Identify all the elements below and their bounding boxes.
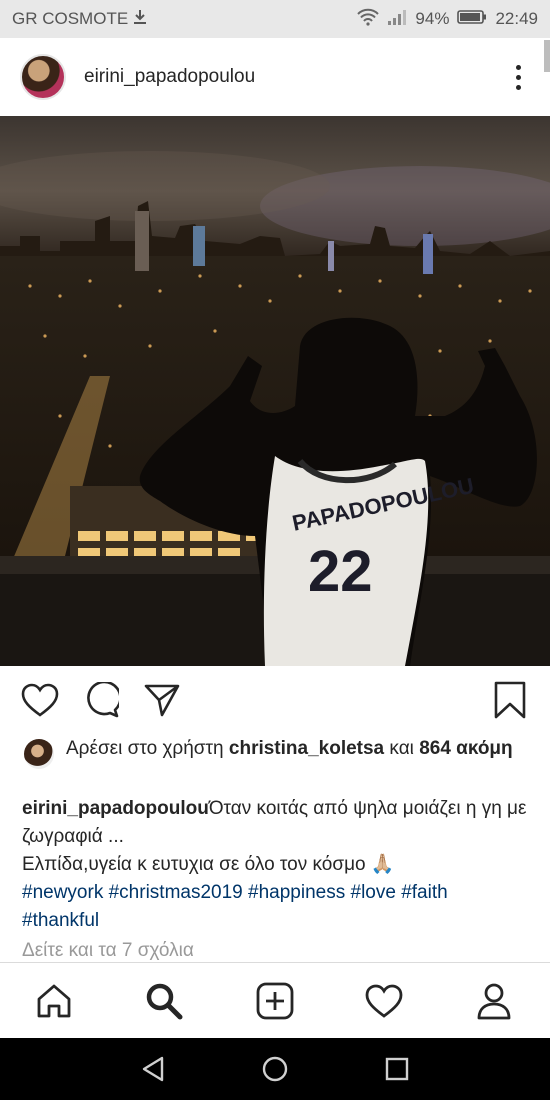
battery-percent: 94% [415, 9, 450, 28]
add-post-icon [256, 982, 294, 1020]
back-icon [142, 1056, 164, 1082]
city-night-scene: PAPADOPOULOU 22 [0, 116, 550, 666]
likes-middle: και [389, 738, 414, 759]
activity-heart-icon [365, 984, 403, 1018]
caption-line2: Ελπίδα,υγεία κ ευτυχια σε όλο τον κόσμο … [22, 854, 395, 875]
post-photo[interactable]: PAPADOPOULOU 22 [0, 116, 550, 666]
hashtag-link[interactable]: #love [351, 882, 396, 903]
nav-profile[interactable] [474, 981, 514, 1021]
caption-username[interactable]: eirini_papadopoulou [22, 798, 209, 819]
like-button[interactable] [18, 678, 62, 722]
nav-search[interactable] [144, 981, 184, 1021]
bottom-nav [0, 962, 550, 1038]
system-back-button[interactable] [138, 1054, 168, 1084]
bookmark-icon [494, 681, 526, 719]
likes-count[interactable]: 864 [419, 738, 451, 759]
share-button[interactable] [140, 678, 184, 722]
liker-username[interactable]: christina_koletsa [229, 738, 384, 759]
nav-activity[interactable] [364, 981, 404, 1021]
wifi-icon [357, 8, 380, 31]
likes-text: Αρέσει στο χρήστη christina_koletsa και … [66, 736, 513, 769]
save-button[interactable] [488, 678, 532, 722]
hashtag-link[interactable]: #faith [401, 882, 447, 903]
clock: 22:49 [495, 9, 538, 28]
carrier-name: GR COSMOTE [12, 9, 129, 28]
home-circle-icon [262, 1056, 288, 1082]
view-comments-link[interactable]: Δείτε και τα 7 σχόλια [22, 940, 194, 962]
comment-icon [87, 682, 119, 718]
post-username[interactable]: eirini_papadopoulou [84, 66, 255, 88]
download-icon [132, 9, 148, 30]
hashtag-link[interactable]: #christmas2019 [109, 882, 243, 903]
system-navigation [0, 1038, 550, 1100]
carrier: GR COSMOTE [12, 9, 148, 30]
home-icon [37, 984, 71, 1018]
avatar[interactable] [20, 54, 66, 100]
jersey-number: 22 [308, 539, 373, 604]
hashtag-link[interactable]: #thankful [22, 910, 99, 931]
likes-summary[interactable]: Αρέσει στο χρήστη christina_koletsa και … [24, 736, 534, 769]
likes-prefix: Αρέσει στο χρήστη [66, 738, 224, 759]
liker-avatar [24, 739, 54, 769]
hashtag-link[interactable]: #happiness [248, 882, 345, 903]
more-options-button[interactable] [506, 57, 530, 97]
post-caption: eirini_papadopoulouΌταν κοιτάς από ψηλα … [22, 795, 532, 935]
search-icon [146, 983, 183, 1020]
nav-new-post[interactable] [255, 981, 295, 1021]
heart-icon [21, 683, 59, 717]
system-recents-button[interactable] [382, 1054, 412, 1084]
hashtag-link[interactable]: #newyork [22, 882, 103, 903]
nav-home[interactable] [34, 981, 74, 1021]
post-header: eirini_papadopoulou [0, 38, 550, 116]
recents-icon [385, 1057, 409, 1081]
scrollbar[interactable] [544, 40, 550, 72]
share-icon [144, 684, 180, 717]
status-bar: GR COSMOTE 94% 22:49 [0, 0, 550, 38]
comment-button[interactable] [79, 678, 123, 722]
likes-suffix: ακόμη [456, 738, 513, 759]
system-home-button[interactable] [260, 1054, 290, 1084]
battery-icon [457, 9, 487, 30]
hashtags: #newyork #christmas2019 #happiness #love… [22, 882, 448, 931]
profile-icon [477, 983, 511, 1020]
post-actions [0, 668, 550, 730]
signal-icon [387, 8, 407, 31]
